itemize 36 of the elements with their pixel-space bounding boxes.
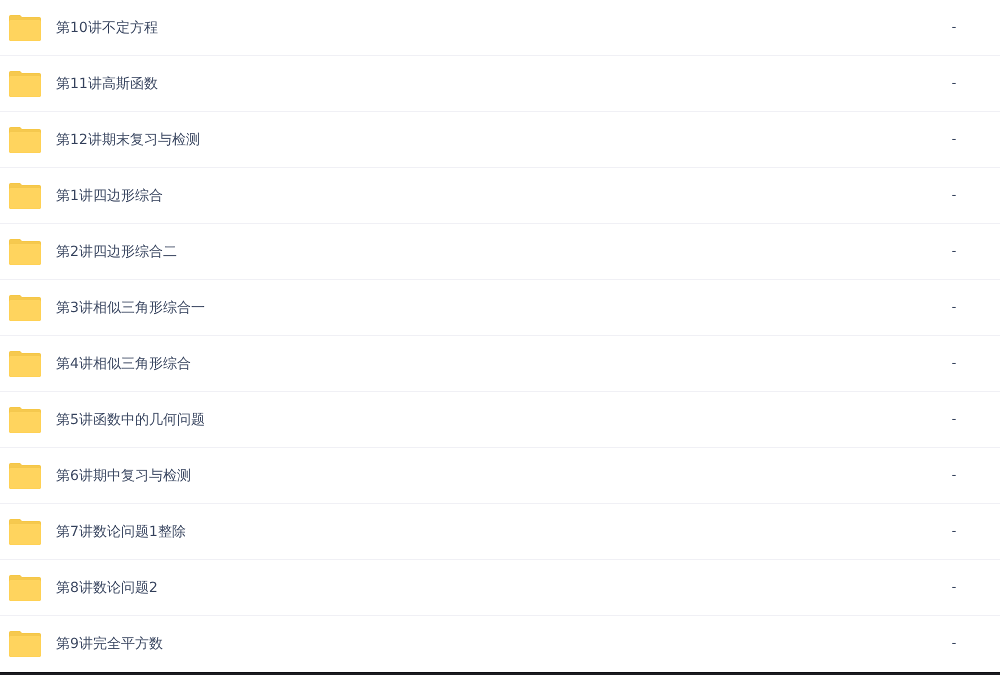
folder-icon [9,518,41,544]
folder-size: - [950,468,958,483]
folder-icon [9,14,41,40]
folder-name[interactable]: 第7讲数论问题1整除 [56,522,944,540]
folder-icon [9,630,41,656]
folder-name[interactable]: 第11讲高斯函数 [56,74,944,92]
folder-size: - [950,132,958,147]
folder-icon [9,574,41,600]
folder-name[interactable]: 第12讲期末复习与检测 [56,130,944,148]
folder-size: - [950,356,958,371]
folder-size: - [950,300,958,315]
folder-name[interactable]: 第3讲相似三角形综合一 [56,298,944,316]
folder-icon [9,182,41,208]
folder-size: - [950,244,958,259]
folder-name[interactable]: 第10讲不定方程 [56,18,944,36]
folder-icon [9,350,41,376]
folder-name[interactable]: 第1讲四边形综合 [56,186,944,204]
folder-size: - [950,580,958,595]
folder-icon [9,126,41,152]
folder-name[interactable]: 第2讲四边形综合二 [56,242,944,260]
folder-name[interactable]: 第6讲期中复习与检测 [56,466,944,484]
folder-size: - [950,636,958,651]
folder-size: - [950,524,958,539]
folder-size: - [950,76,958,91]
folder-icon [9,462,41,488]
folder-size: - [950,412,958,427]
folder-name[interactable]: 第9讲完全平方数 [56,634,944,652]
folder-icon [9,294,41,320]
folder-name[interactable]: 第4讲相似三角形综合 [56,354,944,372]
folder-size: - [950,20,958,35]
folder-icon [9,70,41,96]
folder-size: - [950,188,958,203]
folder-name[interactable]: 第8讲数论问题2 [56,578,944,596]
folder-icon [9,238,41,264]
folder-name[interactable]: 第5讲函数中的几何问题 [56,410,944,428]
folder-icon [9,406,41,432]
